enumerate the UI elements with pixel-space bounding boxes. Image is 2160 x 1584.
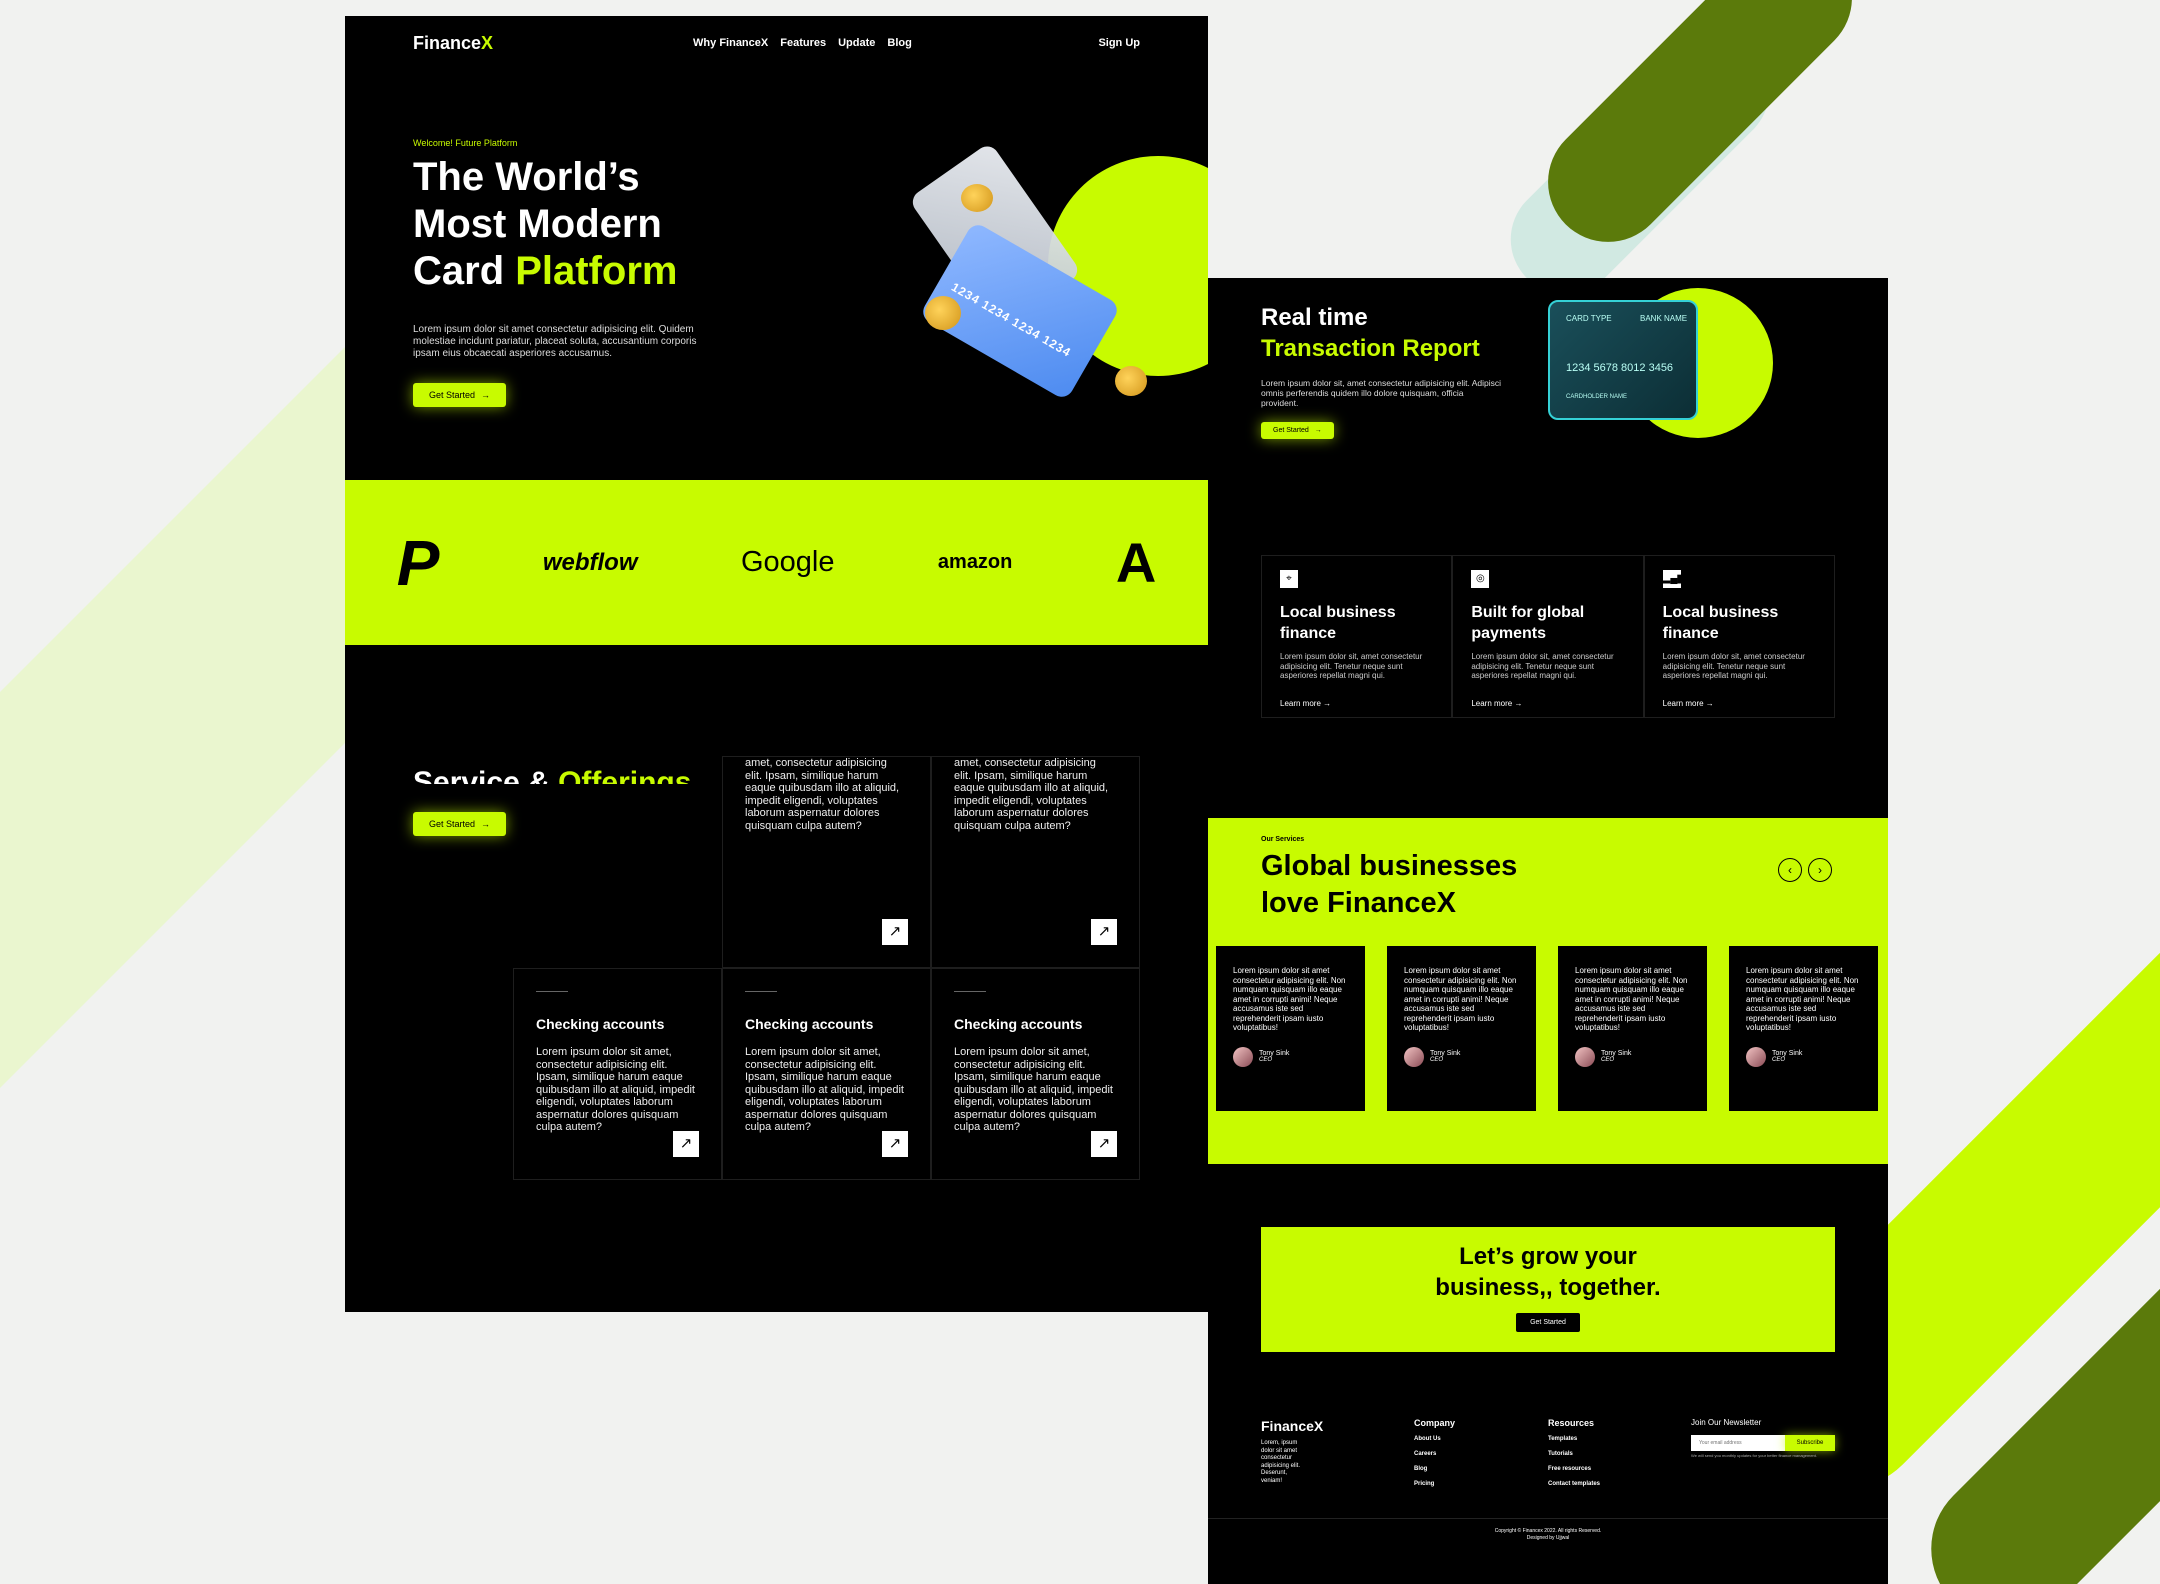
service-card: amet, consectetur adipisicing elit. Ipsa… — [722, 756, 931, 968]
amazon-logo: amazon — [937, 551, 1013, 573]
coin-icon — [925, 296, 961, 330]
arrow-up-right-icon[interactable]: ↗ — [1091, 1131, 1117, 1157]
landing-page-2: Real time Transaction Report Lorem ipsum… — [1208, 278, 1888, 1584]
transaction-report-title: Real time Transaction Report — [1261, 304, 1480, 362]
footer-company: Company About Us Careers Blog Pricing — [1414, 1418, 1456, 1487]
location-pin-icon: ⌖ — [1280, 570, 1298, 588]
subscribe-button[interactable]: Subscribe — [1785, 1435, 1835, 1451]
card-number: 1234 1234 1234 1234 — [949, 279, 1074, 360]
avatar — [1404, 1046, 1424, 1067]
nav-link-why[interactable]: Why FinanceX — [693, 37, 768, 49]
adobe-logo: A — [1115, 531, 1157, 594]
arrow-up-right-icon[interactable]: ↗ — [882, 919, 908, 945]
avatar — [1233, 1046, 1253, 1067]
arrow-right-icon: → — [1314, 427, 1322, 434]
copyright: Copyright © Financex 2022. All rights Re… — [1494, 1528, 1602, 1541]
learn-more-link[interactable]: Learn more → — [1280, 699, 1331, 708]
google-logo: Google — [740, 546, 835, 578]
avatar — [1746, 1046, 1766, 1067]
feature-card: ⌖ Local business finance Lorem ipsum dol… — [1261, 555, 1453, 718]
coin-icon — [961, 184, 993, 212]
globe-icon: ◎ — [1471, 570, 1490, 588]
newsletter: Join Our Newsletter Subscribe We will se… — [1691, 1418, 1835, 1458]
arrow-up-right-icon[interactable]: ↗ — [673, 1131, 699, 1157]
hero-eyebrow: Welcome! Future Platform — [413, 138, 518, 148]
partner-logos: P webflow Google amazon A — [345, 480, 1208, 645]
cta-get-started-button[interactable]: Get Started — [1516, 1313, 1580, 1332]
chevron-left-icon[interactable]: ‹ — [1778, 858, 1802, 882]
coin-icon — [1115, 366, 1147, 396]
transaction-get-started-button[interactable]: Get Started → — [1261, 422, 1334, 439]
service-card-title: Checking accounts — [954, 1016, 1083, 1032]
arrow-up-right-icon[interactable]: ↗ — [1091, 919, 1117, 945]
transaction-report-description: Lorem ipsum dolor sit, amet consectetur … — [1261, 378, 1501, 408]
hero-description: Lorem ipsum dolor sit amet consectetur a… — [413, 324, 697, 359]
footer-logo[interactable]: FinanceX — [1261, 1418, 1323, 1434]
testimonials-title: Global businesses love FinanceX — [1261, 850, 1518, 919]
footer-divider — [1208, 1518, 1888, 1519]
hero-title: The World’s Most Modern Card Platform — [413, 155, 678, 293]
service-card: Checking accounts Lorem ipsum dolor sit … — [722, 968, 931, 1180]
testimonial-cards: Lorem ipsum dolor sit amet consectetur a… — [1216, 946, 1878, 1111]
feature-card: ◎ Built for global payments Lorem ipsum … — [1452, 555, 1644, 718]
hero-get-started-button[interactable]: Get Started → — [413, 383, 507, 407]
service-card-title: Checking accounts — [536, 1016, 665, 1032]
nav-link-update[interactable]: Update — [838, 37, 875, 49]
arrow-up-right-icon[interactable]: ↗ — [882, 1131, 908, 1157]
logo[interactable]: FinanceX — [413, 33, 493, 54]
learn-more-link[interactable]: Learn more → — [1663, 699, 1714, 708]
service-card: amet, consectetur adipisicing elit. Ipsa… — [931, 756, 1140, 968]
service-card: Checking accounts Lorem ipsum dolor sit … — [513, 968, 722, 1180]
bg-shape-olive — [1523, 0, 1877, 267]
webflow-logo: webflow — [542, 548, 638, 576]
features-row: ⌖ Local business finance Lorem ipsum dol… — [1261, 555, 1835, 718]
arrow-right-icon: → — [481, 390, 491, 400]
nav-link-blog[interactable]: Blog — [887, 37, 911, 49]
chevron-right-icon[interactable]: › — [1808, 858, 1832, 882]
cta-title: Let’s grow your business,, together. — [1435, 1243, 1661, 1301]
testimonial-card: Lorem ipsum dolor sit amet consectetur a… — [1216, 946, 1365, 1111]
offerings-get-started-button[interactable]: Get Started → — [413, 812, 507, 836]
testimonials-section: Our Services Global businesses love Fina… — [1208, 818, 1888, 1164]
footer-resources: Resources Templates Tutorials Free resou… — [1548, 1418, 1601, 1487]
top-nav: FinanceX Why FinanceX Features Update Bl… — [413, 28, 1140, 58]
landing-page-1: FinanceX Why FinanceX Features Update Bl… — [345, 16, 1208, 1312]
testimonial-card: Lorem ipsum dolor sit amet consectetur a… — [1729, 946, 1878, 1111]
service-card-title: Checking accounts — [745, 1016, 874, 1032]
nav-links: Why FinanceX Features Update Blog — [693, 37, 912, 49]
learn-more-link[interactable]: Learn more → — [1471, 699, 1522, 708]
nav-link-features[interactable]: Features — [780, 37, 826, 49]
service-card: Checking accounts Lorem ipsum dolor sit … — [931, 968, 1140, 1180]
cta-banner: Let’s grow your business,, together. Get… — [1261, 1227, 1835, 1352]
paypal-logo: P — [396, 526, 440, 599]
signup-link[interactable]: Sign Up — [1098, 37, 1140, 49]
chart-icon: ▂▄▆ — [1662, 570, 1685, 588]
offerings-title: Service & Offerings — [413, 768, 691, 784]
hero-cards-illustration: 1234 1234 1234 1234 — [865, 136, 1208, 436]
testimonial-card: Lorem ipsum dolor sit amet consectetur a… — [1387, 946, 1536, 1111]
shield-card-illustration: CARD TYPE BANK NAME 1234 5678 8012 3456 … — [1548, 300, 1698, 420]
feature-card: ▂▄▆ Local business finance Lorem ipsum d… — [1643, 555, 1835, 718]
testimonial-card: Lorem ipsum dolor sit amet consectetur a… — [1558, 946, 1707, 1111]
avatar — [1575, 1046, 1595, 1067]
arrow-right-icon: → — [481, 819, 491, 829]
carousel-controls: ‹ › — [1778, 858, 1832, 882]
newsletter-email-input[interactable] — [1691, 1435, 1785, 1451]
